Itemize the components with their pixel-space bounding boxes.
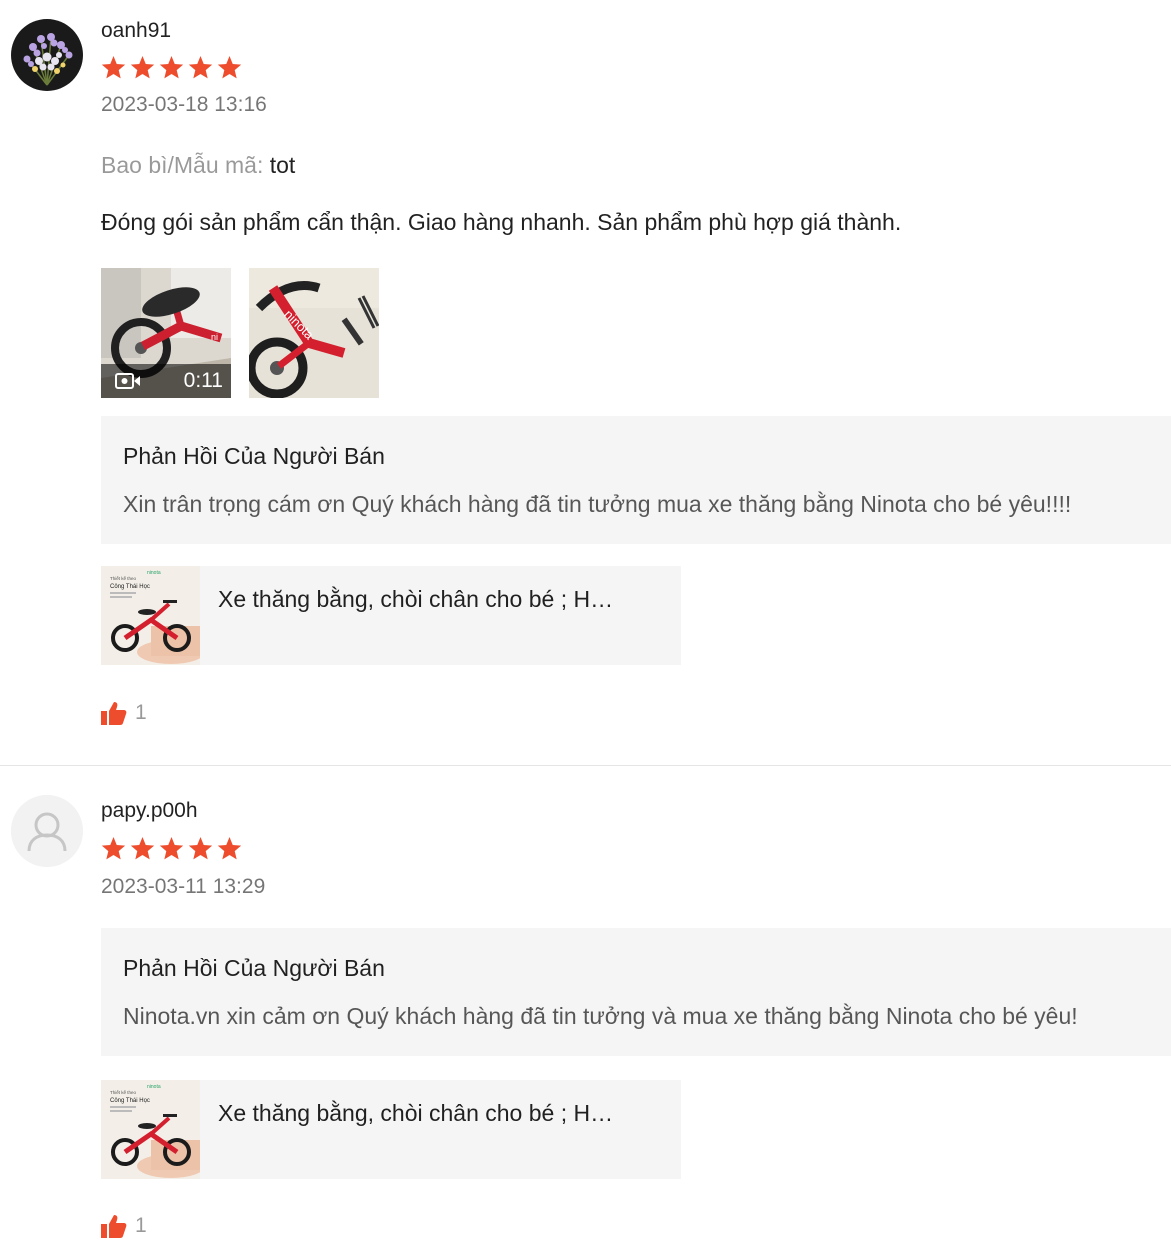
seller-reply: Phản Hồi Của Người Bán Xin trân trọng cá…: [101, 416, 1171, 544]
review-date: 2023-03-11 13:29: [101, 875, 266, 898]
video-camera-icon: [115, 373, 140, 389]
seller-reply-text: Ninota.vn xin cảm ơn Quý khách hàng đã t…: [123, 1003, 1078, 1029]
username[interactable]: oanh91: [101, 19, 171, 43]
user-avatar[interactable]: [11, 795, 83, 867]
star-icon: [101, 56, 126, 79]
product-banner-line2: Công Thái Học: [110, 1098, 150, 1104]
review-item: papy.p00h 2023-03-11 13:29 Phản Hồi Của …: [0, 766, 1171, 1254]
rating-stars: [101, 55, 242, 80]
star-icon: [217, 56, 242, 79]
video-duration: 0:11: [183, 369, 223, 392]
seller-reply-title: Phản Hồi Của Người Bán: [123, 955, 385, 981]
review-media: ni 0:11 ninota: [101, 268, 379, 398]
product-name[interactable]: Xe thăng bằng, chòi chân cho bé ; H…: [200, 566, 658, 665]
like-button[interactable]: 1: [101, 701, 147, 725]
thumbs-up-icon: [101, 702, 127, 725]
attribute-label: Bao bì/Mẫu mã:: [101, 152, 264, 178]
seller-reply-text: Xin trân trọng cám ơn Quý khách hàng đã …: [123, 491, 1072, 517]
rating-stars: [101, 836, 242, 861]
review-attribute: Bao bì/Mẫu mã: tot: [101, 152, 295, 179]
svg-text:ni: ni: [211, 332, 218, 342]
product-image: ninota Thiết kế theo Công Thái Học: [101, 566, 200, 665]
review-item: oanh91 2023-03-18 13:16 Bao bì/Mẫu mã: t…: [0, 0, 1171, 766]
attribute-value: tot: [269, 152, 296, 178]
star-icon: [188, 56, 213, 79]
thumbs-up-icon: [101, 1215, 127, 1238]
username[interactable]: papy.p00h: [101, 799, 198, 823]
review-video-thumbnail[interactable]: ni 0:11: [101, 268, 231, 398]
product-name[interactable]: Xe thăng bằng, chòi chân cho bé ; H…: [200, 1080, 658, 1179]
star-icon: [130, 837, 155, 860]
star-icon: [101, 837, 126, 860]
review-comment: Đóng gói sản phẩm cẩn thận. Giao hàng nh…: [101, 209, 902, 235]
product-link[interactable]: ninota Thiết kế theo Công Thái Học Xe th…: [101, 566, 681, 665]
like-count: 1: [135, 701, 147, 724]
default-user-icon: [11, 795, 83, 867]
product-banner-line1: Thiết kế theo: [110, 1090, 137, 1095]
review-date: 2023-03-18 13:16: [101, 93, 267, 116]
star-icon: [159, 837, 184, 860]
star-icon: [159, 56, 184, 79]
product-link[interactable]: ninota Thiết kế theo Công Thái Học Xe th…: [101, 1080, 681, 1179]
product-banner-line1: Thiết kế theo: [110, 576, 137, 581]
product-brand: ninota: [147, 1084, 161, 1090]
product-image: ninota Thiết kế theo Công Thái Học: [101, 1080, 200, 1179]
like-button[interactable]: 1: [101, 1214, 147, 1238]
star-icon: [130, 56, 155, 79]
seller-reply: Phản Hồi Của Người Bán Ninota.vn xin cảm…: [101, 928, 1171, 1056]
user-avatar[interactable]: [11, 19, 83, 91]
review-image-thumbnail[interactable]: ninota: [249, 268, 379, 398]
video-overlay: 0:11: [101, 364, 231, 398]
product-banner-line2: Công Thái Học: [110, 584, 150, 590]
star-icon: [217, 837, 242, 860]
star-icon: [188, 837, 213, 860]
product-brand: ninota: [147, 570, 161, 576]
seller-reply-title: Phản Hồi Của Người Bán: [123, 443, 385, 469]
like-count: 1: [135, 1214, 147, 1237]
